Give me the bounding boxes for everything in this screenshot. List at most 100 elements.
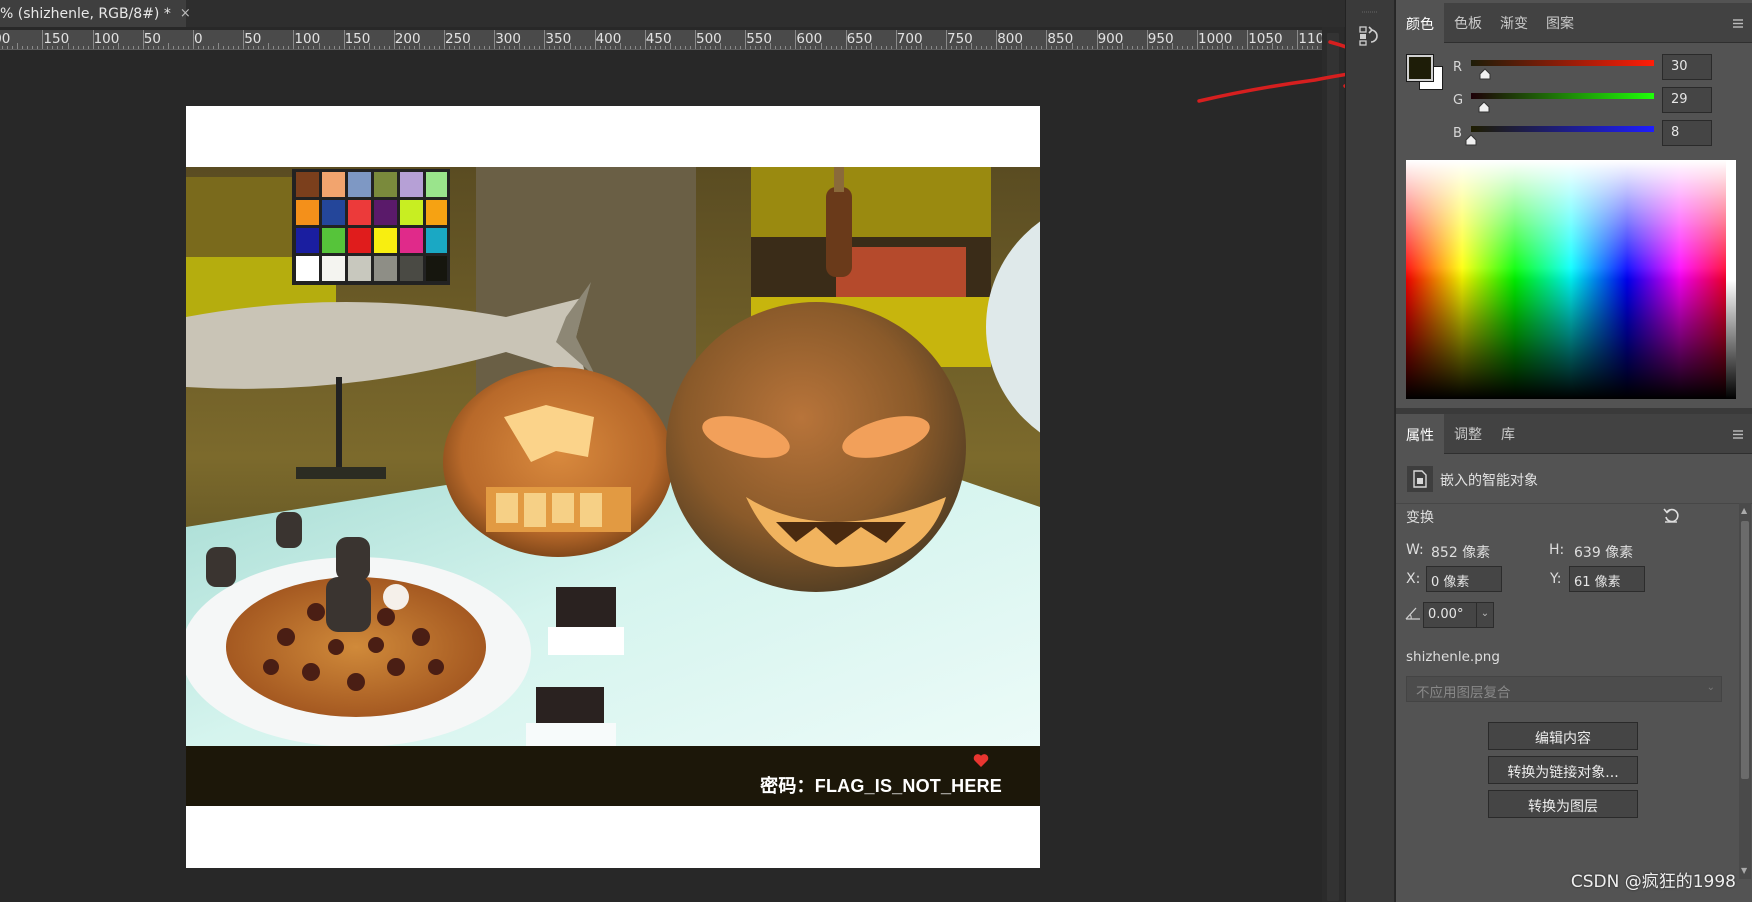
- y-position-field[interactable]: 61 像素: [1569, 566, 1645, 592]
- ruler-minor-tick: [639, 46, 641, 49]
- ruler-tick: [343, 30, 345, 49]
- blue-slider-thumb[interactable]: [1465, 134, 1477, 146]
- ruler-minor-tick: [956, 46, 958, 49]
- tab-swatches[interactable]: 色板: [1446, 3, 1490, 43]
- ruler-label: 150: [344, 31, 371, 47]
- tab-adjustments[interactable]: 调整: [1446, 414, 1490, 454]
- red-value-field[interactable]: 30: [1662, 54, 1712, 80]
- scroll-down-icon[interactable]: ▼: [1741, 867, 1749, 875]
- scrollbar-thumb[interactable]: [1741, 521, 1749, 779]
- rotation-angle-field[interactable]: 0.00°: [1423, 602, 1477, 628]
- ruler-minor-tick: [438, 46, 440, 49]
- ruler-minor-tick: [469, 43, 471, 49]
- smart-object-image[interactable]: [186, 167, 1040, 747]
- ruler-minor-tick: [725, 46, 727, 49]
- ruler-minor-tick: [624, 46, 626, 49]
- ruler-minor-tick: [1061, 46, 1063, 49]
- ruler-minor-tick: [102, 46, 104, 49]
- grip-icon[interactable]: [1356, 10, 1384, 14]
- transform-section-title: 变换: [1406, 510, 1434, 526]
- ruler-label: 200: [394, 31, 421, 47]
- panel-menu-icon[interactable]: [1731, 17, 1745, 29]
- ruler-minor-tick: [810, 46, 812, 49]
- blue-value-field[interactable]: 8: [1662, 120, 1712, 146]
- ruler-minor-tick: [1136, 46, 1138, 49]
- ruler-minor-tick: [273, 46, 275, 49]
- grayscale-ramp[interactable]: [1726, 160, 1736, 399]
- ruler-minor-tick: [52, 46, 54, 49]
- ruler-minor-tick: [464, 46, 466, 49]
- tab-patterns[interactable]: 图案: [1538, 3, 1582, 43]
- ruler-minor-tick: [2, 46, 4, 49]
- ruler-minor-tick: [1116, 46, 1118, 49]
- x-position-field[interactable]: 0 像素: [1426, 566, 1502, 592]
- red-slider-thumb[interactable]: [1479, 68, 1491, 80]
- smart-object-header: 嵌入的智能对象: [1396, 454, 1752, 504]
- tab-color[interactable]: 颜色: [1396, 3, 1444, 44]
- ruler-minor-tick: [137, 46, 139, 49]
- chevron-down-icon[interactable]: ⌄: [1476, 602, 1494, 628]
- ruler-tick: [1146, 30, 1148, 49]
- ruler-minor-tick: [700, 46, 702, 49]
- green-slider-thumb[interactable]: [1478, 101, 1490, 113]
- close-icon[interactable]: ×: [180, 6, 191, 21]
- foreground-color-swatch[interactable]: [1406, 54, 1434, 82]
- ruler-minor-tick: [569, 43, 571, 49]
- ruler-minor-tick: [177, 46, 179, 49]
- ruler-minor-tick: [1176, 46, 1178, 49]
- convert-to-layers-button[interactable]: 转换为图层: [1488, 790, 1638, 818]
- blue-slider-track[interactable]: [1471, 126, 1654, 132]
- tab-properties[interactable]: 属性: [1396, 414, 1444, 455]
- ruler-minor-tick: [117, 43, 119, 49]
- ruler-minor-tick: [940, 46, 942, 49]
- ruler-minor-tick: [62, 46, 64, 49]
- y-label: Y:: [1550, 571, 1562, 587]
- ruler-minor-tick: [358, 46, 360, 49]
- ruler-minor-tick: [825, 46, 827, 49]
- history-icon[interactable]: [1358, 24, 1382, 48]
- ruler-minor-tick: [850, 46, 852, 49]
- green-slider-track[interactable]: [1471, 93, 1654, 99]
- tab-libraries[interactable]: 库: [1490, 414, 1526, 454]
- ruler-tick: [594, 30, 596, 49]
- convert-to-linked-button[interactable]: 转换为链接对象...: [1488, 756, 1638, 784]
- scrollbar-thumb[interactable]: [1327, 33, 1339, 901]
- ruler-minor-tick: [981, 46, 983, 49]
- properties-scrollbar[interactable]: ▲ ▼: [1739, 503, 1751, 879]
- reset-transform-icon[interactable]: [1662, 506, 1680, 524]
- color-spectrum-ramp[interactable]: [1406, 160, 1736, 399]
- ruler-minor-tick: [785, 46, 787, 49]
- document-tab[interactable]: % (shizhenle, RGB/8#) * ×: [0, 0, 191, 27]
- ruler-minor-tick: [1141, 46, 1143, 49]
- green-value-field[interactable]: 29: [1662, 87, 1712, 113]
- ruler-label: 00: [0, 31, 11, 47]
- ruler-minor-tick: [333, 46, 335, 49]
- ruler-minor-tick: [1166, 46, 1168, 49]
- ruler-minor-tick: [449, 46, 451, 49]
- ruler-minor-tick: [363, 46, 365, 49]
- document-tab-bar: % (shizhenle, RGB/8#) * ×: [0, 0, 1345, 27]
- ruler-minor-tick: [930, 46, 932, 49]
- red-slider-track[interactable]: [1471, 60, 1654, 66]
- tab-gradients[interactable]: 渐变: [1492, 3, 1536, 43]
- ruler-label: 950: [1147, 31, 1174, 47]
- scroll-up-icon[interactable]: ▲: [1741, 507, 1749, 515]
- ruler-minor-tick: [775, 46, 777, 49]
- panel-menu-icon[interactable]: [1731, 428, 1745, 440]
- ruler-minor-tick: [1126, 46, 1128, 49]
- ruler-minor-tick: [529, 46, 531, 49]
- edit-contents-button[interactable]: 编辑内容: [1488, 722, 1638, 750]
- ruler-minor-tick: [519, 43, 521, 49]
- canvas-vertical-scrollbar[interactable]: [1322, 27, 1344, 902]
- ruler-minor-tick: [875, 46, 877, 49]
- document-canvas[interactable]: 密码：FLAG_IS_NOT_HERE: [186, 106, 1040, 868]
- ruler-minor-tick: [368, 43, 370, 49]
- ruler-minor-tick: [584, 46, 586, 49]
- ruler-minor-tick: [328, 46, 330, 49]
- horizontal-ruler[interactable]: 0015010050050100150200250300350400450500…: [0, 30, 1322, 50]
- ruler-label: 100: [93, 31, 120, 47]
- ruler-minor-tick: [298, 46, 300, 49]
- ruler-minor-tick: [1191, 46, 1193, 49]
- ruler-minor-tick: [268, 43, 270, 49]
- chevron-down-icon: ⌄: [1706, 682, 1715, 693]
